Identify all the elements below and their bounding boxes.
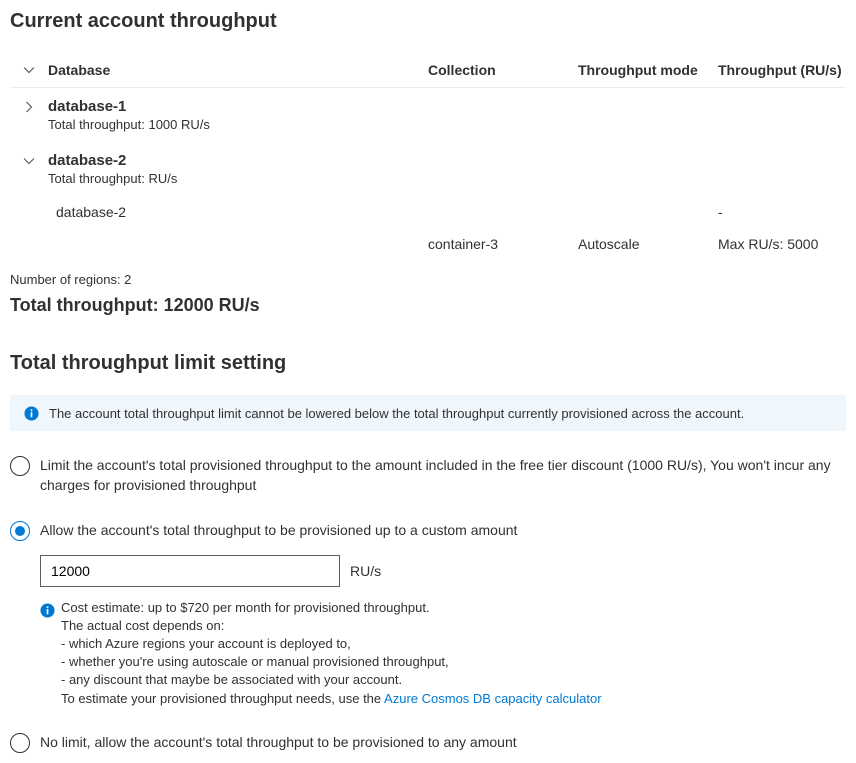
database-subtext: Total throughput: 1000 RU/s xyxy=(48,117,428,132)
page-title-limit-setting: Total throughput limit setting xyxy=(10,352,846,375)
table-row: database-2 - xyxy=(10,196,846,228)
page-title-current-throughput: Current account throughput xyxy=(10,10,846,33)
radio-option-custom[interactable]: Allow the account's total throughput to … xyxy=(10,520,846,541)
table-row: database-1 Total throughput: 1000 RU/s xyxy=(10,88,846,142)
cost-line: - any discount that maybe be associated … xyxy=(61,671,846,689)
table-row: container-3 Autoscale Max RU/s: 5000 xyxy=(10,228,846,260)
radio-option-free-tier[interactable]: Limit the account's total provisioned th… xyxy=(10,455,846,496)
info-banner: The account total throughput limit canno… xyxy=(10,395,846,431)
info-icon xyxy=(24,405,39,421)
cost-line: The actual cost depends on: xyxy=(61,617,846,635)
cost-estimate: Cost estimate: up to $720 per month for … xyxy=(40,599,846,708)
custom-amount-row: RU/s xyxy=(40,555,846,587)
radio-input[interactable] xyxy=(10,456,30,476)
col-header-database: Database xyxy=(48,62,428,78)
child-max-rus: Max RU/s: 5000 xyxy=(718,236,846,252)
cost-line: To estimate your provisioned throughput … xyxy=(61,690,846,708)
total-throughput: Total throughput: 12000 RU/s xyxy=(10,295,846,316)
database-subtext: Total throughput: RU/s xyxy=(48,171,428,186)
radio-label: No limit, allow the account's total thro… xyxy=(40,732,846,752)
table-header-row: Database Collection Throughput mode Thro… xyxy=(10,53,846,88)
cost-title: Cost estimate: up to $720 per month for … xyxy=(61,599,846,617)
cost-line-prefix: To estimate your provisioned throughput … xyxy=(61,691,384,706)
info-icon xyxy=(40,601,55,619)
child-collection: container-3 xyxy=(428,236,578,252)
custom-amount-unit: RU/s xyxy=(350,563,381,579)
capacity-calculator-link[interactable]: Azure Cosmos DB capacity calculator xyxy=(384,691,601,706)
radio-input[interactable] xyxy=(10,733,30,753)
col-header-throughput: Throughput (RU/s) xyxy=(718,62,846,78)
chevron-down-icon[interactable] xyxy=(20,61,38,79)
table-row: database-2 Total throughput: RU/s xyxy=(10,142,846,196)
regions-count: Number of regions: 2 xyxy=(10,272,846,287)
chevron-right-icon[interactable] xyxy=(20,98,38,116)
col-header-collection: Collection xyxy=(428,62,578,78)
cost-line: - whether you're using autoscale or manu… xyxy=(61,653,846,671)
radio-group-throughput-limit: Limit the account's total provisioned th… xyxy=(10,455,846,753)
database-name: database-2 xyxy=(48,152,428,169)
cost-line: - which Azure regions your account is de… xyxy=(61,635,846,653)
radio-label: Limit the account's total provisioned th… xyxy=(40,455,846,496)
radio-option-no-limit[interactable]: No limit, allow the account's total thro… xyxy=(10,732,846,753)
custom-amount-input[interactable] xyxy=(40,555,340,587)
child-mode: Autoscale xyxy=(578,236,718,252)
child-throughput-dash: - xyxy=(718,204,846,220)
chevron-down-icon[interactable] xyxy=(20,152,38,170)
child-db-name: database-2 xyxy=(48,204,428,220)
database-name: database-1 xyxy=(48,98,428,115)
col-header-mode: Throughput mode xyxy=(578,62,718,78)
radio-input[interactable] xyxy=(10,521,30,541)
info-banner-text: The account total throughput limit canno… xyxy=(49,406,744,421)
radio-label: Allow the account's total throughput to … xyxy=(40,520,846,540)
